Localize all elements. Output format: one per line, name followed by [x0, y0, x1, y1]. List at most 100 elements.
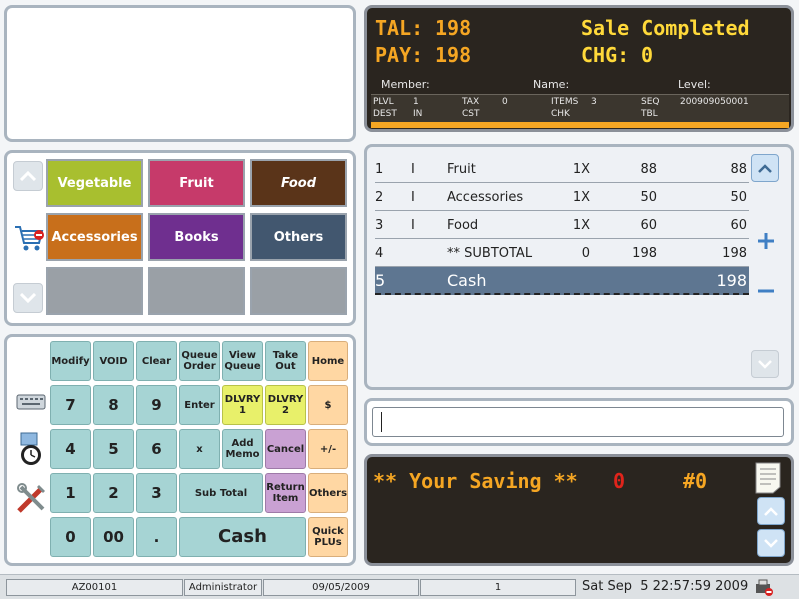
digit-3-button[interactable]: 3	[136, 473, 177, 513]
order-row-selected[interactable]: 5 Cash 198	[375, 267, 749, 295]
clear-button[interactable]: Clear	[136, 341, 177, 381]
home-button[interactable]: Home	[308, 341, 348, 381]
multiply-button[interactable]: x	[179, 429, 220, 469]
terminal-id: AZ00101	[6, 579, 183, 596]
saving-scroll-up-button[interactable]	[757, 497, 785, 525]
category-fruit-button[interactable]: Fruit	[148, 159, 245, 207]
dest-label: DEST	[373, 109, 397, 119]
enter-button[interactable]: Enter	[179, 385, 220, 425]
saving-label: ** Your Saving **	[373, 469, 578, 493]
category-empty-button[interactable]	[148, 267, 245, 315]
receipt-icon[interactable]	[753, 461, 783, 495]
digit-5-button[interactable]: 5	[93, 429, 134, 469]
plus-minus-button[interactable]: +/-	[308, 429, 348, 469]
category-scroll-down-button[interactable]	[13, 283, 43, 313]
keyboard-icon[interactable]	[15, 387, 47, 413]
printer-icon[interactable]	[754, 578, 774, 597]
seq-label: SEQ	[641, 97, 660, 107]
digit-6-button[interactable]: 6	[136, 429, 177, 469]
chevron-up-icon	[20, 171, 36, 181]
item-amount: 198	[722, 246, 747, 261]
category-vegetable-button[interactable]: Vegetable	[46, 159, 143, 207]
change-label: CHG:	[581, 43, 630, 67]
customer-info-panel	[4, 5, 356, 142]
digit-00-button[interactable]: 00	[93, 517, 134, 557]
delivery-2-button[interactable]: DLVRY 2	[265, 385, 306, 425]
pay-value: 198	[435, 43, 472, 67]
row-number: 1	[375, 162, 384, 177]
increase-quantity-button[interactable]	[756, 231, 776, 251]
tools-icon[interactable]	[15, 481, 49, 515]
item-name: ** SUBTOTAL	[447, 246, 533, 261]
tax-value: 0	[502, 97, 508, 107]
cancel-button[interactable]: Cancel	[265, 429, 306, 469]
item-name: Fruit	[447, 162, 476, 177]
category-accessories-button[interactable]: Accessories	[46, 213, 143, 261]
digit-8-button[interactable]: 8	[93, 385, 134, 425]
items-value: 3	[591, 97, 597, 107]
item-quantity: 1X	[572, 190, 590, 205]
chevron-up-icon	[758, 163, 772, 173]
timeclock-icon[interactable]	[15, 431, 47, 467]
queue-order-button[interactable]: Queue Order	[179, 341, 220, 381]
digit-2-button[interactable]: 2	[93, 473, 134, 513]
row-flag: I	[411, 190, 415, 205]
take-out-button[interactable]: Take Out	[265, 341, 306, 381]
entry-input[interactable]	[372, 407, 784, 437]
seq-value: 200909050001	[680, 97, 749, 107]
item-quantity: 1X	[572, 218, 590, 233]
item-price: 198	[632, 246, 657, 261]
category-food-button[interactable]: Food	[250, 159, 347, 207]
category-books-button[interactable]: Books	[148, 213, 245, 261]
decrease-quantity-button[interactable]	[756, 281, 776, 301]
name-label: Name:	[533, 78, 570, 91]
order-row[interactable]: 4 ** SUBTOTAL 0 198 198	[375, 239, 749, 267]
dollar-button[interactable]: $	[308, 385, 348, 425]
order-row[interactable]: 3 I Food 1X 60 60	[375, 211, 749, 239]
return-item-button[interactable]: Return Item	[265, 473, 306, 513]
void-button[interactable]: VOID	[93, 341, 134, 381]
quick-plus-button[interactable]: Quick PLUs	[308, 517, 348, 557]
category-others-button[interactable]: Others	[250, 213, 347, 261]
subtotal-button[interactable]: Sub Total	[179, 473, 263, 513]
level-label: Level:	[678, 78, 711, 91]
category-empty-button[interactable]	[250, 267, 347, 315]
decimal-button[interactable]: .	[136, 517, 177, 557]
view-queue-button[interactable]: View Queue	[222, 341, 263, 381]
digit-4-button[interactable]: 4	[50, 429, 91, 469]
digit-9-button[interactable]: 9	[136, 385, 177, 425]
delivery-1-button[interactable]: DLVRY 1	[222, 385, 263, 425]
order-row[interactable]: 2 I Accessories 1X 50 50	[375, 183, 749, 211]
modify-button[interactable]: Modify	[50, 341, 91, 381]
order-row[interactable]: 1 I Fruit 1X 88 88	[375, 155, 749, 183]
category-empty-button[interactable]	[46, 267, 143, 315]
sale-status: Sale Completed	[581, 16, 750, 40]
chevron-down-icon	[758, 359, 772, 369]
pay-label: PAY:	[375, 43, 424, 67]
total-value: 198	[435, 16, 472, 40]
row-number: 4	[375, 246, 384, 261]
member-label: Member:	[381, 78, 430, 91]
cart-icon	[13, 221, 45, 257]
row-number: 2	[375, 190, 384, 205]
items-label: ITEMS	[551, 97, 579, 107]
digit-7-button[interactable]: 7	[50, 385, 91, 425]
chevron-down-icon	[20, 293, 36, 303]
others-button[interactable]: Others	[308, 473, 348, 513]
keypad-panel: Modify VOID Clear Queue Order View Queue…	[4, 334, 356, 566]
list-scroll-down-button[interactable]	[751, 350, 779, 378]
plvl-value: 1	[413, 97, 419, 107]
digit-0-button[interactable]: 0	[50, 517, 91, 557]
cash-button[interactable]: Cash	[179, 517, 306, 557]
saving-panel: ** Your Saving ** 0 #0	[364, 454, 794, 566]
plvl-label: PLVL	[373, 97, 394, 107]
list-scroll-up-button[interactable]	[751, 154, 779, 182]
chevron-down-icon	[764, 538, 778, 548]
transaction-count: 1	[420, 579, 576, 596]
add-memo-button[interactable]: Add Memo	[222, 429, 263, 469]
category-scroll-up-button[interactable]	[13, 161, 43, 191]
saving-scroll-down-button[interactable]	[757, 529, 785, 557]
saving-count: #0	[683, 469, 708, 493]
chevron-up-icon	[764, 506, 778, 516]
digit-1-button[interactable]: 1	[50, 473, 91, 513]
